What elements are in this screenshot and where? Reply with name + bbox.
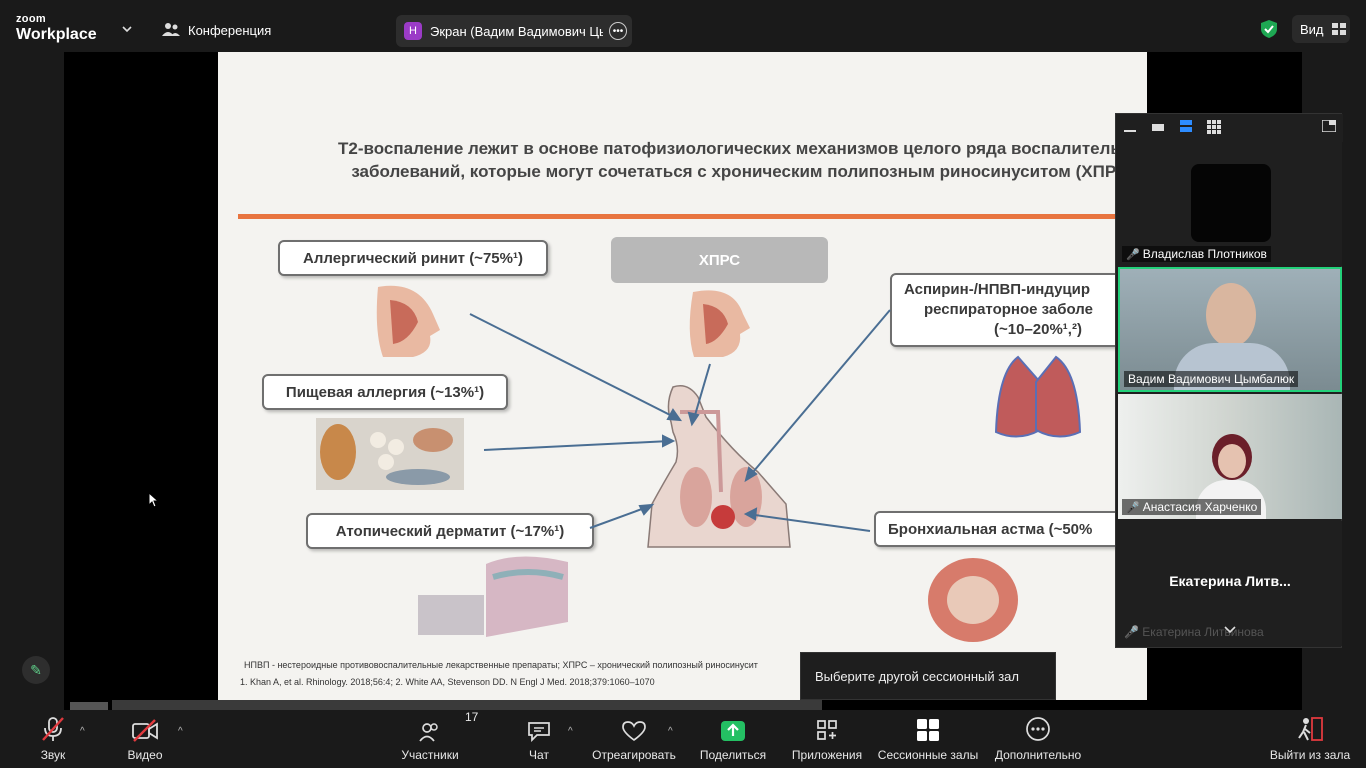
chat-button[interactable]: Чат [526, 710, 552, 768]
chevron-down-icon[interactable] [1223, 625, 1237, 635]
mic-muted-icon: 🎤 [1124, 625, 1139, 639]
participant-name: Вадим Вадимович Цымбалюк [1124, 371, 1299, 387]
person-head [1206, 283, 1256, 347]
nose-illustration [376, 285, 440, 357]
participant-name: 🎤 Анастасия Харченко [1122, 499, 1262, 515]
shared-slide: Т2-воспаление лежит в основе патофизиоло… [218, 52, 1147, 700]
avatar [1191, 164, 1271, 242]
participant-tile[interactable]: 🎤 Анастасия Харченко [1118, 394, 1342, 519]
grid-icon [1331, 23, 1346, 35]
audio-options-caret[interactable]: ^ [80, 726, 85, 737]
participant-panel: 🎤 Владислав Плотников Вадим Вадимович Цым… [1115, 113, 1343, 648]
chat-label: Чат [529, 748, 549, 762]
leave-icon [1298, 717, 1323, 741]
audio-button[interactable]: Звук [36, 710, 70, 768]
participant-name: 🎤 Екатерина Литвинова [1124, 625, 1264, 639]
footnote-2: 1. Khan A, et al. Rhinology. 2018;56:4; … [240, 677, 655, 687]
share-label: Экран (Вадим Вадимович Цымбалюк) [430, 23, 603, 39]
logo-line2: Workplace [16, 26, 97, 43]
skin-illustration [418, 595, 484, 635]
body-illustration [647, 385, 791, 548]
participant-tile[interactable]: Екатерина Литв... 🎤 Екатерина Литвинова [1118, 521, 1342, 646]
view-label: Вид [1300, 21, 1324, 37]
participants-label: Участники [401, 748, 459, 762]
mic-muted-icon: 🎤 [1126, 501, 1140, 514]
scroll-thumb[interactable] [70, 702, 108, 710]
video-options-caret[interactable]: ^ [178, 726, 183, 737]
chevron-down-icon[interactable] [120, 22, 134, 36]
view-button[interactable]: Вид [1292, 15, 1350, 43]
logo-line1: zoom [16, 13, 46, 25]
breakout-label: Сессионные залы [877, 748, 979, 762]
participant-name-text: Владислав Плотников [1142, 247, 1267, 261]
react-label: Отреагировать [592, 748, 676, 762]
participant-name-text: Екатерина Литвинова [1142, 625, 1264, 639]
participants-icon [419, 723, 438, 742]
apps-button[interactable]: Приложения [790, 710, 864, 768]
zoom-logo: zoom Workplace [16, 14, 97, 43]
mic-muted-icon [42, 717, 64, 741]
chat-options-caret[interactable]: ^ [568, 726, 573, 737]
participant-name-text: Анастасия Харченко [1142, 500, 1258, 514]
participant-tile-active[interactable]: Вадим Вадимович Цымбалюк [1118, 267, 1342, 392]
lungs-illustration [994, 355, 1082, 438]
grid-view-icon[interactable] [1207, 120, 1221, 134]
screen-share-pill[interactable]: Н Экран (Вадим Вадимович Цымбалюк) ••• [396, 15, 632, 47]
minimize-icon[interactable] [1124, 122, 1136, 134]
top-bar: zoom Workplace Конференция Н Экран (Вади… [0, 0, 1366, 52]
share-screen-icon [721, 721, 745, 741]
breakout-rooms-icon [917, 719, 939, 741]
slide-diagram [316, 285, 1082, 642]
participant-name: 🎤 Владислав Плотников [1122, 246, 1271, 262]
panel-toolbar [1116, 114, 1343, 142]
participants-button[interactable]: 17 Участники [400, 710, 478, 768]
participant-tile[interactable]: 🎤 Владислав Плотников [1118, 142, 1342, 266]
meeting-label: Конференция [188, 22, 272, 38]
heart-icon [622, 721, 646, 742]
audio-label: Звук [40, 748, 66, 762]
chat-icon [528, 722, 550, 742]
pop-out-icon[interactable] [1322, 120, 1336, 132]
more-label: Дополнительно [994, 748, 1082, 762]
sharer-avatar: Н [404, 22, 422, 40]
mouse-cursor-icon [148, 492, 158, 508]
share-button[interactable]: Поделиться [700, 710, 766, 768]
nose-illustration-2 [689, 290, 750, 357]
more-icon [1026, 717, 1050, 741]
strip-view-icon[interactable] [1180, 120, 1192, 134]
annotate-pen-icon[interactable]: ✎ [22, 656, 50, 684]
participant-display-name: Екатерина Литв... [1169, 573, 1291, 589]
leave-label: Выйти из зала [1269, 748, 1351, 762]
camera-off-icon [132, 719, 158, 742]
meeting-toolbar: Звук ^ Видео ^ 17 Участники Чат ^ Отреаг… [0, 710, 1366, 768]
video-label: Видео [127, 748, 163, 762]
shield-icon[interactable] [1259, 19, 1279, 39]
breakout-tooltip: Выберите другой сессионный зал [800, 652, 1056, 700]
meeting-info-button[interactable]: Конференция [162, 22, 271, 38]
participants-count: 17 [465, 710, 479, 724]
react-options-caret[interactable]: ^ [668, 726, 673, 737]
share-label: Поделиться [699, 748, 767, 762]
mic-muted-icon: 🎤 [1126, 248, 1140, 261]
apps-icon [817, 720, 837, 740]
more-button[interactable]: Дополнительно [966, 710, 1110, 768]
apps-label: Приложения [791, 748, 863, 762]
breakout-rooms-button[interactable]: Сессионные залы [877, 710, 979, 768]
bronchus-illustration [928, 558, 1018, 642]
footnote-1: НПВП - нестероидные противовоспалительны… [244, 660, 758, 670]
react-button[interactable]: Отреагировать [592, 710, 676, 768]
video-button[interactable]: Видео [126, 710, 164, 768]
people-icon [162, 23, 180, 36]
participant-name-text: Вадим Вадимович Цымбалюк [1128, 372, 1295, 386]
person-head [1218, 444, 1246, 478]
horizontal-scrollbar[interactable] [112, 700, 822, 710]
more-icon[interactable]: ••• [609, 22, 627, 40]
leave-button[interactable]: Выйти из зала [1270, 710, 1350, 768]
single-view-icon[interactable] [1152, 122, 1164, 134]
